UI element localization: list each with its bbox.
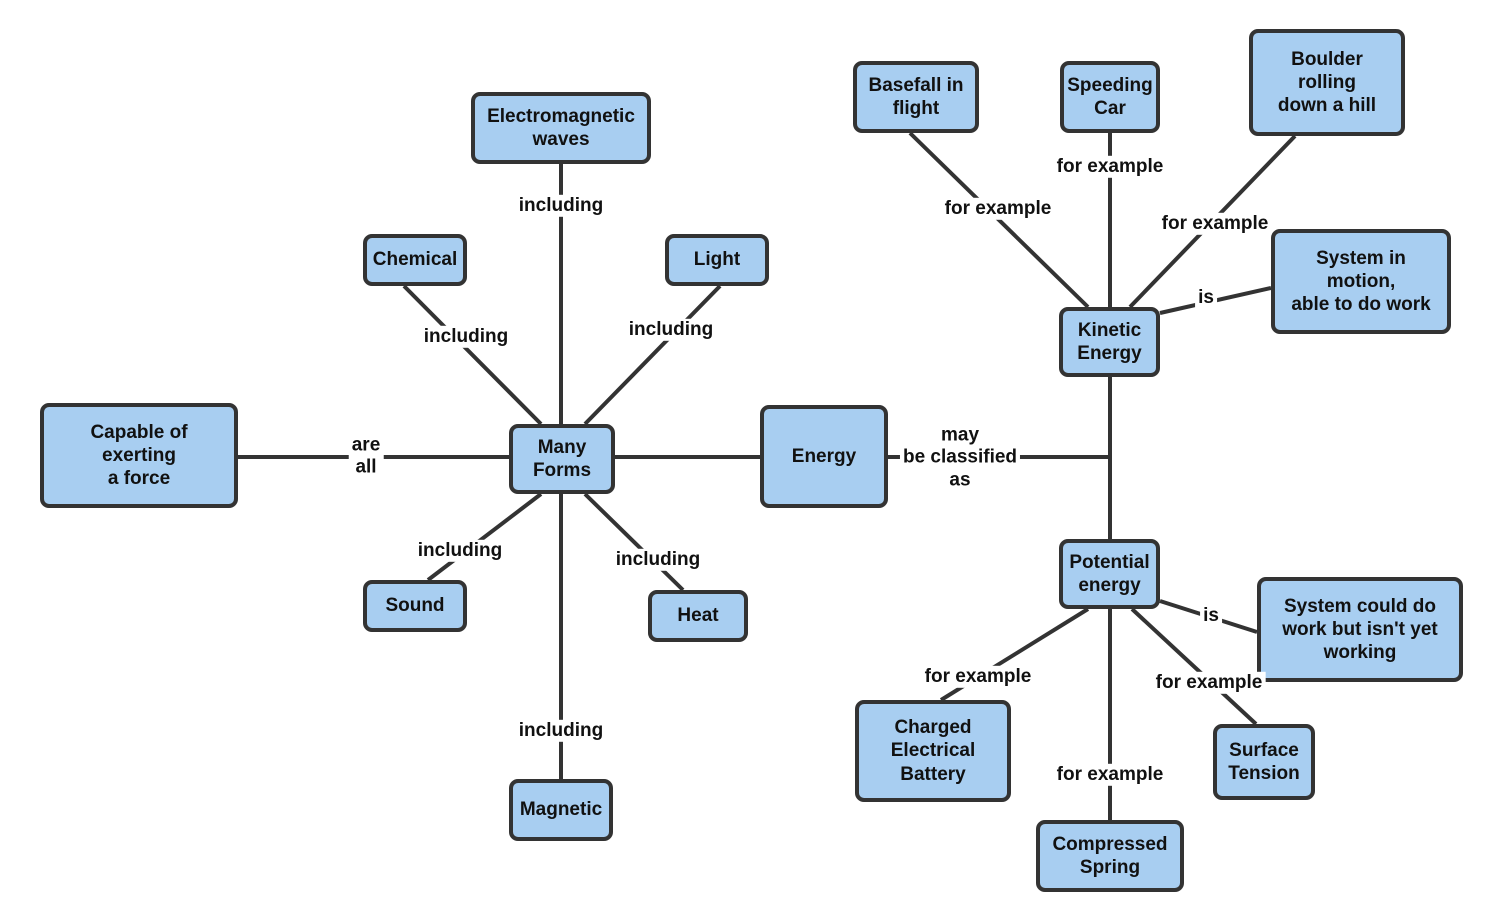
node-boulder[interactable]: Boulder rolling down a hill xyxy=(1249,29,1405,136)
node-heat[interactable]: Heat xyxy=(648,590,748,642)
node-magnetic[interactable]: Magnetic xyxy=(509,779,613,841)
node-electromagnetic[interactable]: Electromagnetic waves xyxy=(471,92,651,164)
edge-potential-to-system_could xyxy=(1159,599,1258,634)
edge-heat-to-many_forms xyxy=(583,492,685,592)
concept-map-canvas: Capable of exerting a force Electromagnet… xyxy=(0,0,1501,924)
node-chemical[interactable]: Chemical xyxy=(363,234,467,286)
edge-potential-to-charged_battery xyxy=(939,607,1090,702)
node-many_forms[interactable]: Many Forms xyxy=(509,424,615,494)
node-energy[interactable]: Energy xyxy=(760,405,888,508)
edge-chemical-to-many_forms xyxy=(402,284,543,426)
node-basefall[interactable]: Basefall in flight xyxy=(853,61,979,133)
node-speeding_car[interactable]: Speeding Car xyxy=(1060,61,1160,133)
edge-sound-to-many_forms xyxy=(426,492,543,582)
node-kinetic[interactable]: Kinetic Energy xyxy=(1059,307,1160,377)
edge-light-to-many_forms xyxy=(583,284,722,426)
edge-basefall-to-kinetic xyxy=(908,131,1090,309)
node-capable[interactable]: Capable of exerting a force xyxy=(40,403,238,508)
node-system_could[interactable]: System could do work but isn't yet worki… xyxy=(1257,577,1463,682)
node-charged_battery[interactable]: Charged Electrical Battery xyxy=(855,700,1011,802)
edge-kinetic-to-system_motion xyxy=(1159,286,1272,315)
node-system_motion[interactable]: System in motion, able to do work xyxy=(1271,229,1451,334)
node-potential[interactable]: Potential energy xyxy=(1059,539,1160,609)
node-surface_tension[interactable]: Surface Tension xyxy=(1213,724,1315,800)
node-sound[interactable]: Sound xyxy=(363,580,467,632)
node-light[interactable]: Light xyxy=(665,234,769,286)
node-compressed[interactable]: Compressed Spring xyxy=(1036,820,1184,892)
